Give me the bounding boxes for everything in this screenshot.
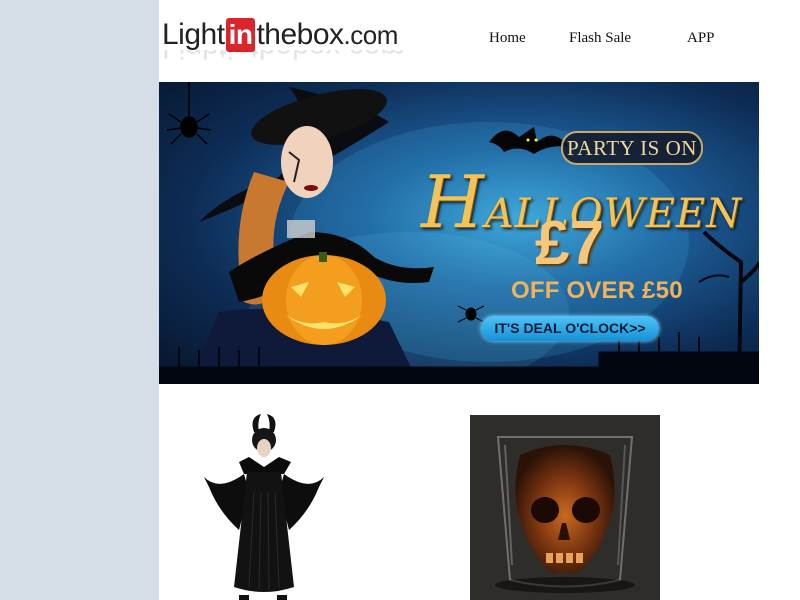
product-witch-costume[interactable] (199, 412, 329, 600)
headline-initial: H (421, 160, 485, 244)
nav-flash-sale-link[interactable]: Flash Sale (569, 30, 631, 47)
witch-costume-image (204, 414, 324, 600)
logo-thebox-text: thebox (256, 18, 344, 51)
logo-light-text: Light (162, 18, 225, 51)
nav-home-link[interactable]: Home (489, 30, 526, 47)
discount-condition: OFF OVER £50 (511, 277, 683, 304)
logo-reflection: Lightinthebox.com (162, 50, 406, 64)
nav-app-link[interactable]: APP (687, 30, 715, 47)
halloween-banner[interactable]: PARTY IS ON HALLOWEEN £7 OFF OVER £50 IT… (159, 82, 759, 384)
email-sheet: Lightinthebox.com Lightinthebox.com Home… (159, 0, 800, 600)
skull-shot-glass-image (470, 415, 660, 600)
spider-icon (166, 82, 212, 145)
deal-cta-button[interactable]: IT'S DEAL O'CLOCK>> (481, 316, 659, 341)
product-skull-glass[interactable] (470, 415, 660, 600)
discount-amount: £7 (535, 209, 604, 278)
headline-rest: ALLOWEEN (484, 191, 743, 237)
header: Lightinthebox.com Lightinthebox.com Home… (159, 0, 759, 82)
logo-in-badge: in (225, 18, 256, 52)
logo-dotcom-text: .com (343, 20, 399, 50)
